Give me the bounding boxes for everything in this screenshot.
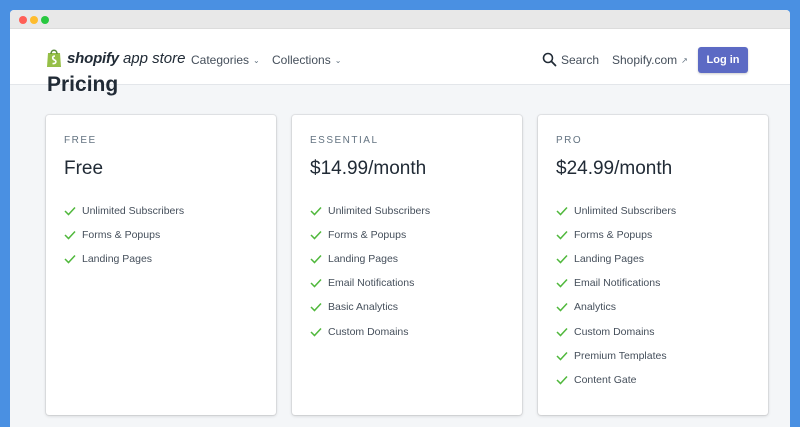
feature-item: Landing Pages: [64, 247, 184, 271]
nav-categories[interactable]: Categories ⌄: [191, 53, 260, 67]
feature-label: Landing Pages: [328, 253, 399, 266]
checkmark-icon: [64, 255, 76, 264]
feature-item: Email Notifications: [310, 271, 430, 295]
checkmark-icon: [310, 207, 322, 216]
shopify-app-store-logo[interactable]: shopify app store: [45, 48, 185, 68]
shopify-bag-icon: [47, 49, 61, 67]
nav-search-label: Search: [561, 52, 600, 67]
feature-item: Landing Pages: [310, 247, 430, 271]
feature-item: Basic Analytics: [310, 295, 430, 319]
feature-item: Forms & Popups: [64, 223, 184, 247]
feature-item: Content Gate: [556, 368, 676, 392]
feature-list: Unlimited Subscribers Forms & Popups Landi…: [64, 199, 184, 271]
checkmark-icon: [64, 207, 76, 216]
chevron-down-icon: ⌄: [253, 55, 260, 65]
external-link-icon: ↗: [681, 55, 688, 65]
plan-tier: ESSENTIAL: [310, 135, 379, 146]
checkmark-icon: [310, 255, 322, 264]
pricing-card-free: FREE Free Unlimited Subscribers Forms & P…: [46, 115, 276, 415]
nav-search[interactable]: Search: [542, 52, 599, 67]
plan-tier: PRO: [556, 135, 583, 146]
feature-item: Landing Pages: [556, 247, 676, 271]
logo-subtitle: app store: [122, 49, 186, 67]
nav-shopify-com-label: Shopify.com: [612, 53, 678, 67]
checkmark-icon: [556, 327, 568, 337]
feature-item: Unlimited Subscribers: [310, 199, 430, 223]
plan-price: $14.99/month: [310, 158, 427, 179]
feature-label: Custom Domains: [328, 325, 409, 338]
feature-item: Custom Domains: [310, 319, 430, 343]
nav-collections[interactable]: Collections ⌄: [272, 53, 341, 67]
feature-item: Unlimited Subscribers: [556, 199, 676, 223]
minimize-window-button[interactable]: [30, 16, 38, 24]
nav-categories-label: Categories: [191, 53, 250, 67]
feature-list: Unlimited Subscribers Forms & Popups Landi…: [556, 199, 676, 392]
feature-item: Forms & Popups: [556, 223, 676, 247]
feature-item: Custom Domains: [556, 319, 676, 343]
feature-item: Analytics: [556, 295, 676, 319]
checkmark-icon: [310, 231, 322, 240]
feature-label: Basic Analytics: [328, 301, 399, 314]
plan-price: $24.99/month: [556, 158, 673, 179]
search-icon: [542, 52, 557, 67]
feature-label: Forms & Popups: [82, 229, 161, 242]
plan-price: Free: [64, 158, 104, 179]
checkmark-icon: [310, 279, 322, 288]
feature-label: Content Gate: [574, 373, 637, 386]
checkmark-icon: [556, 279, 568, 288]
checkmark-icon: [556, 303, 568, 313]
pricing-card-pro: PRO $24.99/month Unlimited Subscribers Fo…: [538, 115, 768, 415]
browser-window: shopify app store Categories ⌄ Collectio…: [10, 10, 790, 427]
checkmark-icon: [310, 327, 322, 337]
checkmark-icon: [556, 255, 568, 264]
checkmark-icon: [556, 231, 568, 240]
logo-wordmark: shopify: [67, 49, 119, 67]
window-titlebar: [10, 10, 790, 29]
nav-shopify-com[interactable]: Shopify.com ↗: [612, 53, 688, 67]
feature-label: Email Notifications: [328, 277, 415, 290]
checkmark-icon: [310, 303, 322, 313]
pricing-card-essential: ESSENTIAL $14.99/month Unlimited Subscri…: [292, 115, 522, 415]
feature-label: Analytics: [574, 301, 617, 314]
feature-label: Unlimited Subscribers: [82, 205, 185, 218]
feature-label: Unlimited Subscribers: [574, 205, 677, 218]
page-title: Pricing: [47, 73, 119, 96]
feature-item: Forms & Popups: [310, 223, 430, 247]
feature-label: Forms & Popups: [574, 229, 653, 242]
checkmark-icon: [556, 375, 568, 385]
feature-label: Landing Pages: [82, 253, 153, 266]
feature-label: Landing Pages: [574, 253, 645, 266]
feature-item: Premium Templates: [556, 344, 676, 368]
feature-label: Forms & Popups: [328, 229, 407, 242]
feature-label: Unlimited Subscribers: [328, 205, 431, 218]
checkmark-icon: [556, 351, 568, 361]
nav-collections-label: Collections: [272, 53, 331, 67]
chevron-down-icon: ⌄: [334, 55, 342, 65]
checkmark-icon: [556, 207, 568, 216]
plan-tier: FREE: [64, 135, 97, 146]
feature-label: Email Notifications: [574, 277, 661, 290]
close-window-button[interactable]: [19, 16, 27, 24]
feature-label: Premium Templates: [574, 349, 667, 362]
feature-item: Unlimited Subscribers: [64, 199, 184, 223]
feature-list: Unlimited Subscribers Forms & Popups Landi…: [310, 199, 430, 344]
checkmark-icon: [64, 231, 76, 240]
feature-item: Email Notifications: [556, 271, 676, 295]
top-navigation: shopify app store Categories ⌄ Collectio…: [10, 29, 790, 85]
login-button[interactable]: Log in: [698, 47, 748, 73]
feature-label: Custom Domains: [574, 325, 655, 338]
maximize-window-button[interactable]: [41, 16, 49, 24]
